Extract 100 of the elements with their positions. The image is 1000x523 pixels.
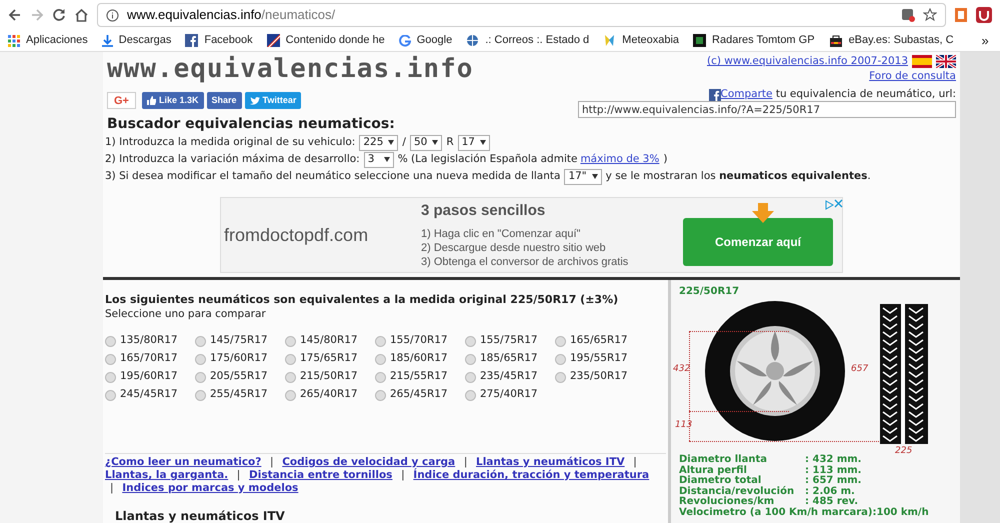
- radio-button[interactable]: [465, 354, 476, 364]
- radio-option[interactable]: 235/45R17: [465, 369, 555, 385]
- radio-option[interactable]: 205/55R17: [195, 369, 285, 385]
- radio-option[interactable]: 215/50R17: [285, 369, 375, 385]
- radio-option[interactable]: 275/40R17: [465, 387, 555, 403]
- google-plus-button[interactable]: G+: [107, 92, 136, 109]
- radio-button[interactable]: [195, 336, 206, 346]
- radio-button[interactable]: [105, 390, 116, 400]
- radio-option[interactable]: 175/60R17: [195, 351, 285, 367]
- radio-option[interactable]: 165/65R17: [555, 333, 645, 349]
- radio-button[interactable]: [465, 336, 476, 346]
- footer-link[interactable]: Codigos de velocidad y carga: [282, 456, 456, 468]
- extension-icon[interactable]: [954, 7, 968, 23]
- share-url-field[interactable]: http://www.equivalencias.info/?A=225/50R17: [578, 101, 956, 118]
- ad-text: 1) Haga clic en "Comenzar aquí": [421, 226, 582, 240]
- radio-button[interactable]: [105, 372, 116, 382]
- radio-button[interactable]: [285, 336, 296, 346]
- address-bar[interactable]: www.equivalencias.info/neumaticos/: [97, 3, 946, 27]
- radio-option[interactable]: 155/75R17: [465, 333, 555, 349]
- legislation-link[interactable]: máximo de 3%: [580, 151, 660, 168]
- radio-button[interactable]: [465, 372, 476, 382]
- footer-link[interactable]: Distancia entre tornillos: [249, 469, 392, 481]
- radio-option[interactable]: 195/55R17: [555, 351, 645, 367]
- bag-icon: [828, 34, 843, 47]
- radio-option[interactable]: 255/45R17: [195, 387, 285, 403]
- radio-option[interactable]: 265/45R17: [375, 387, 465, 403]
- radio-option[interactable]: 135/80R17: [105, 333, 195, 349]
- radio-button[interactable]: [105, 354, 116, 364]
- radio-option[interactable]: 215/55R17: [375, 369, 465, 385]
- radio-option[interactable]: 155/70R17: [375, 333, 465, 349]
- footer-link[interactable]: ¿Como leer un neumatico?: [105, 456, 262, 468]
- bookmark-link[interactable]: Contenido donde he: [286, 32, 385, 49]
- dropdown[interactable]: 17": [564, 168, 602, 184]
- bookmark-link[interactable]: Aplicaciones: [26, 32, 88, 49]
- radio-button[interactable]: [285, 354, 296, 364]
- radio-button[interactable]: [555, 336, 566, 346]
- radio-button[interactable]: [375, 336, 386, 346]
- tire-width-label: 225: [895, 445, 912, 458]
- site-logo[interactable]: www.equivalencias.info: [107, 54, 474, 84]
- radio-button[interactable]: [195, 390, 206, 400]
- bookmark-link[interactable]: eBay.es: Subastas, C: [848, 32, 954, 49]
- close-icon[interactable]: [834, 199, 843, 208]
- results-subheading: Seleccione uno para comparar: [105, 307, 267, 321]
- radio-button[interactable]: [195, 372, 206, 382]
- link-separator: |: [236, 469, 242, 481]
- radio-button[interactable]: [375, 372, 386, 382]
- copyright-link[interactable]: (c) www.equivalencias.info 2007-2013: [706, 54, 908, 68]
- footer-link[interactable]: Índice duración, tracción y temperatura: [413, 469, 650, 481]
- radio-button[interactable]: [375, 390, 386, 400]
- radio-option[interactable]: 145/80R17: [285, 333, 375, 349]
- share-link[interactable]: Comparte: [720, 87, 772, 101]
- forward-icon[interactable]: [30, 8, 44, 22]
- radio-option[interactable]: 265/40R17: [285, 387, 375, 403]
- extension-icon[interactable]: [976, 7, 992, 23]
- page-title: Buscador equivalencias neumaticos:: [107, 115, 396, 133]
- spanish-flag-icon[interactable]: [912, 54, 932, 68]
- radio-option[interactable]: 175/65R17: [285, 351, 375, 367]
- star-icon[interactable]: [923, 8, 937, 22]
- bookmark-link[interactable]: Google: [416, 32, 452, 49]
- bookmark-link[interactable]: Radares Tomtom GP: [712, 32, 815, 49]
- uk-flag-icon[interactable]: [936, 54, 956, 68]
- bookmark-link[interactable]: Descargas: [118, 32, 172, 49]
- reload-icon[interactable]: [52, 8, 66, 22]
- dropdown[interactable]: 3: [364, 152, 394, 168]
- radio-option[interactable]: 235/50R17: [555, 369, 645, 385]
- url-text: www.equivalencias.info/neumaticos/: [127, 6, 336, 24]
- radio-button[interactable]: [555, 372, 566, 382]
- bookmark-link[interactable]: Facebook: [204, 32, 253, 49]
- instruction-text: 1) Introduzca la medida original de su vehiculo:: [105, 135, 356, 150]
- footer-link[interactable]: Llantas, la garganta.: [105, 469, 228, 481]
- share-button[interactable]: Share: [206, 92, 242, 109]
- footer-link[interactable]: Llantas y neumáticos ITV: [476, 456, 625, 468]
- radio-button[interactable]: [285, 372, 296, 382]
- ad-choices-icon[interactable]: [824, 200, 834, 210]
- radio-option[interactable]: 245/45R17: [105, 387, 195, 403]
- bookmark-link[interactable]: Meteoxabia: [622, 32, 680, 49]
- radio-option[interactable]: 185/65R17: [465, 351, 555, 367]
- radio-option[interactable]: 185/60R17: [375, 351, 465, 367]
- radio-button[interactable]: [465, 390, 476, 400]
- footer-link[interactable]: Indices por marcas y modelos: [122, 482, 298, 494]
- bookmark-link[interactable]: .: Correos :. Estado d: [485, 32, 590, 49]
- ad-banner[interactable]: fromdoctopdf.com 3 pasos sencillos 1) Haga clic en "Comenzar aquí" 2) Descargue desde nuestro sitio web 3) Obtenga el conversor de archivos gratis Comenzar aquí: [220, 197, 843, 273]
- radio-option[interactable]: 145/75R17: [195, 333, 285, 349]
- overflow-chevron[interactable]: »: [982, 30, 989, 50]
- home-icon[interactable]: [74, 8, 89, 22]
- radio-button[interactable]: [555, 354, 566, 364]
- forum-link[interactable]: Foro de consulta: [869, 69, 956, 83]
- radio-button[interactable]: [285, 390, 296, 400]
- dropdown[interactable]: 50: [410, 134, 442, 150]
- dropdown[interactable]: 225: [359, 134, 398, 150]
- back-icon[interactable]: [8, 8, 22, 22]
- link-separator: |: [632, 456, 638, 468]
- dropdown[interactable]: 17: [458, 134, 490, 150]
- radio-button[interactable]: [195, 354, 206, 364]
- radio-button[interactable]: [105, 336, 116, 346]
- rim-diameter-label: 432: [673, 363, 690, 376]
- radio-button[interactable]: [375, 354, 386, 364]
- like-button[interactable]: Like 1.3K: [142, 92, 204, 109]
- radio-option[interactable]: 195/60R17: [105, 369, 195, 385]
- radio-option[interactable]: 165/70R17: [105, 351, 195, 367]
